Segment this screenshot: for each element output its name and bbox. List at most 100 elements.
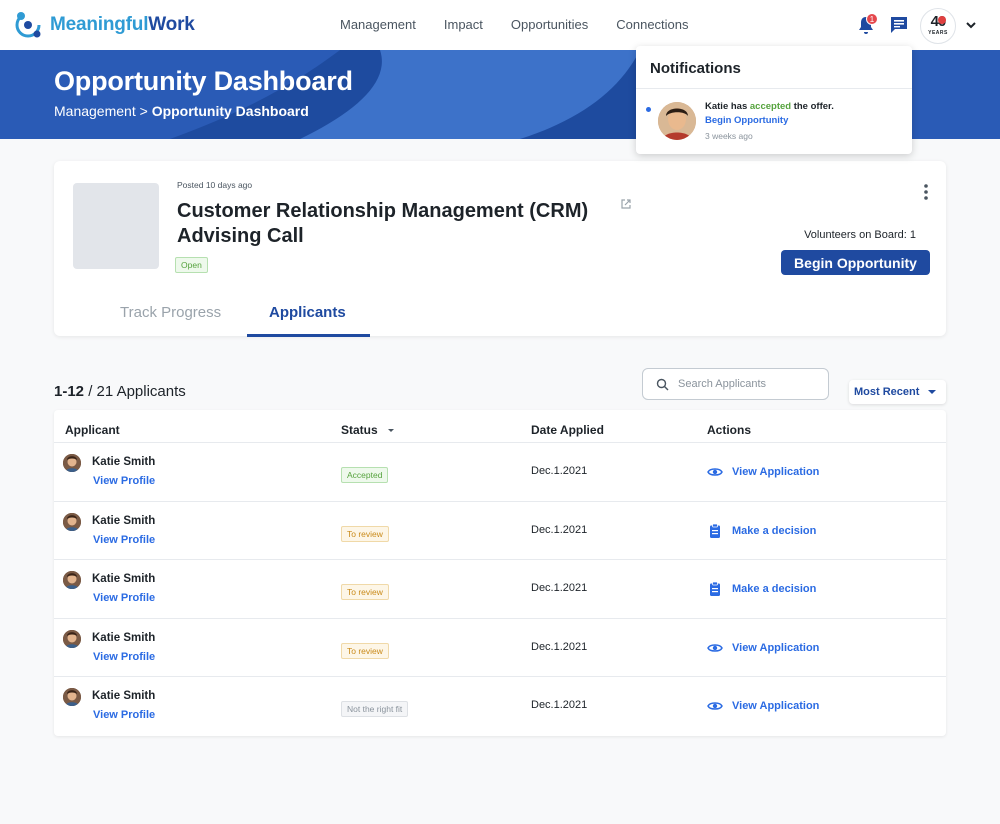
date-applied: Dec.1.2021 (531, 640, 588, 653)
applicant-name: Katie Smith (92, 456, 156, 468)
table-row: Katie Smith View Profile Accepted Dec.1.202… (54, 443, 946, 502)
table-row: Katie Smith View Profile To review Dec.1.20… (54, 560, 946, 619)
action-label: Make a decision (732, 583, 817, 596)
opportunity-card: Posted 10 days ago Customer Relationship… (54, 161, 946, 337)
applicant-name: Katie Smith (92, 631, 156, 644)
view-profile-link[interactable]: View Profile (93, 651, 155, 663)
person-photo-icon (63, 512, 81, 531)
nav-connections[interactable]: Connections (616, 17, 688, 32)
table-row: Katie Smith View Profile To review Dec.1.20… (54, 502, 946, 561)
notifications-dropdown: Notifications Katie has accepted the off… (636, 46, 912, 154)
avatar (63, 571, 81, 590)
date-applied: Dec.1.2021 (531, 699, 588, 712)
view-profile-link[interactable]: View Profile (93, 534, 155, 546)
notification-text: Katie has accepted the offer. (705, 101, 834, 112)
column-header-status[interactable]: Status (341, 423, 378, 437)
column-header-actions: Actions (707, 423, 752, 437)
avatar (63, 512, 81, 531)
date-applied: Dec.1.2021 (531, 582, 588, 595)
more-options-icon[interactable] (922, 183, 930, 201)
breadcrumb-separator: > (139, 103, 148, 119)
table-row: Katie Smith View Profile Not the right fit… (54, 677, 946, 736)
tab-applicants[interactable]: Applicants (269, 304, 346, 321)
nav-impact[interactable]: Impact (444, 17, 483, 32)
active-tab-indicator (247, 334, 370, 337)
anniversary-label: YEARS (928, 30, 948, 36)
status-badge: Open (175, 257, 208, 273)
clipboard-icon (710, 581, 720, 597)
action-label: Make a decision (732, 524, 817, 537)
make-decision-button[interactable]: Make a decision (707, 581, 816, 597)
breadcrumb-parent[interactable]: Management (54, 103, 136, 119)
action-label: View Application (732, 641, 820, 654)
applicants-table: Applicant Status Date Applied Actions Ka… (54, 410, 946, 736)
anniversary-avatar[interactable]: 40 YEARS (920, 8, 956, 44)
sort-caret-icon[interactable] (388, 429, 394, 432)
view-profile-link[interactable]: View Profile (93, 709, 155, 721)
anniversary-dot-icon (938, 16, 946, 24)
unread-dot-icon (646, 107, 651, 112)
applicant-name: Katie Smith (92, 514, 156, 527)
chevron-down-icon[interactable] (965, 20, 977, 30)
avatar (63, 454, 81, 472)
view-application-button[interactable]: View Application (707, 640, 819, 656)
eye-icon (707, 644, 723, 652)
caret-down-icon (928, 390, 936, 394)
column-header-applicant: Applicant (65, 423, 120, 437)
avatar (658, 102, 696, 140)
view-application-button[interactable]: View Application (707, 464, 819, 480)
chat-icon[interactable] (889, 15, 909, 35)
search-icon (656, 378, 669, 391)
person-photo-icon (63, 571, 81, 590)
volunteers-on-board: Volunteers on Board: 1 (804, 229, 916, 241)
external-link-icon[interactable] (620, 198, 632, 210)
nav-opportunities[interactable]: Opportunities (511, 17, 588, 32)
view-profile-link[interactable]: View Profile (93, 475, 155, 487)
status-badge: Accepted (341, 467, 389, 483)
applicants-count: 1-12 / 21 Applicants (54, 383, 186, 400)
nav-management[interactable]: Management (340, 17, 416, 32)
view-profile-link[interactable]: View Profile (93, 592, 155, 604)
applicant-name: Katie Smith (92, 690, 156, 703)
notifications-divider (636, 88, 912, 89)
notification-count-badge: 1 (866, 13, 878, 25)
eye-icon (707, 468, 723, 476)
person-photo-icon (658, 102, 696, 140)
view-application-button[interactable]: View Application (707, 698, 819, 714)
clipboard-icon (710, 523, 720, 538)
search-input[interactable] (678, 375, 818, 393)
status-badge: Not the right fit (341, 701, 409, 718)
notifications-title: Notifications (650, 60, 741, 77)
eye-icon (707, 702, 723, 711)
notification-time: 3 weeks ago (705, 131, 753, 141)
table-row: Katie Smith View Profile To review Dec.1.20… (54, 619, 946, 678)
search-box (642, 368, 829, 400)
person-photo-icon (63, 629, 81, 648)
status-badge: To review (341, 525, 389, 542)
column-header-date-applied: Date Applied (531, 423, 604, 437)
notification-begin-opportunity-link[interactable]: Begin Opportunity (705, 115, 788, 126)
page-title: Opportunity Dashboard (54, 66, 353, 96)
opportunity-title: Customer Relationship Management (CRM) A… (177, 200, 589, 247)
avatar (63, 629, 81, 648)
person-photo-icon (63, 454, 81, 472)
status-badge: To review (341, 642, 389, 659)
action-label: View Application (732, 466, 820, 478)
date-applied: Dec.1.2021 (531, 523, 588, 536)
breadcrumb-current: Opportunity Dashboard (151, 103, 309, 119)
meaningfulwork-logo-icon (15, 12, 41, 38)
sort-label: Most Recent (854, 386, 920, 398)
main-nav: Management Impact Opportunities Connecti… (340, 17, 689, 32)
posted-date: Posted 10 days ago (177, 180, 253, 190)
date-applied: Dec.1.2021 (531, 465, 588, 477)
brand-logo[interactable]: MeaningfulWork (12, 9, 195, 41)
make-decision-button[interactable]: Make a decision (707, 523, 816, 539)
avatar (63, 688, 81, 707)
breadcrumb: Management > Opportunity Dashboard (54, 103, 309, 119)
begin-opportunity-button[interactable]: Begin Opportunity (781, 250, 930, 275)
sort-dropdown[interactable]: Most Recent (849, 380, 946, 404)
person-photo-icon (63, 688, 81, 707)
action-label: View Application (732, 700, 820, 713)
tab-track-progress[interactable]: Track Progress (120, 304, 221, 321)
opportunity-image-placeholder (73, 183, 159, 269)
